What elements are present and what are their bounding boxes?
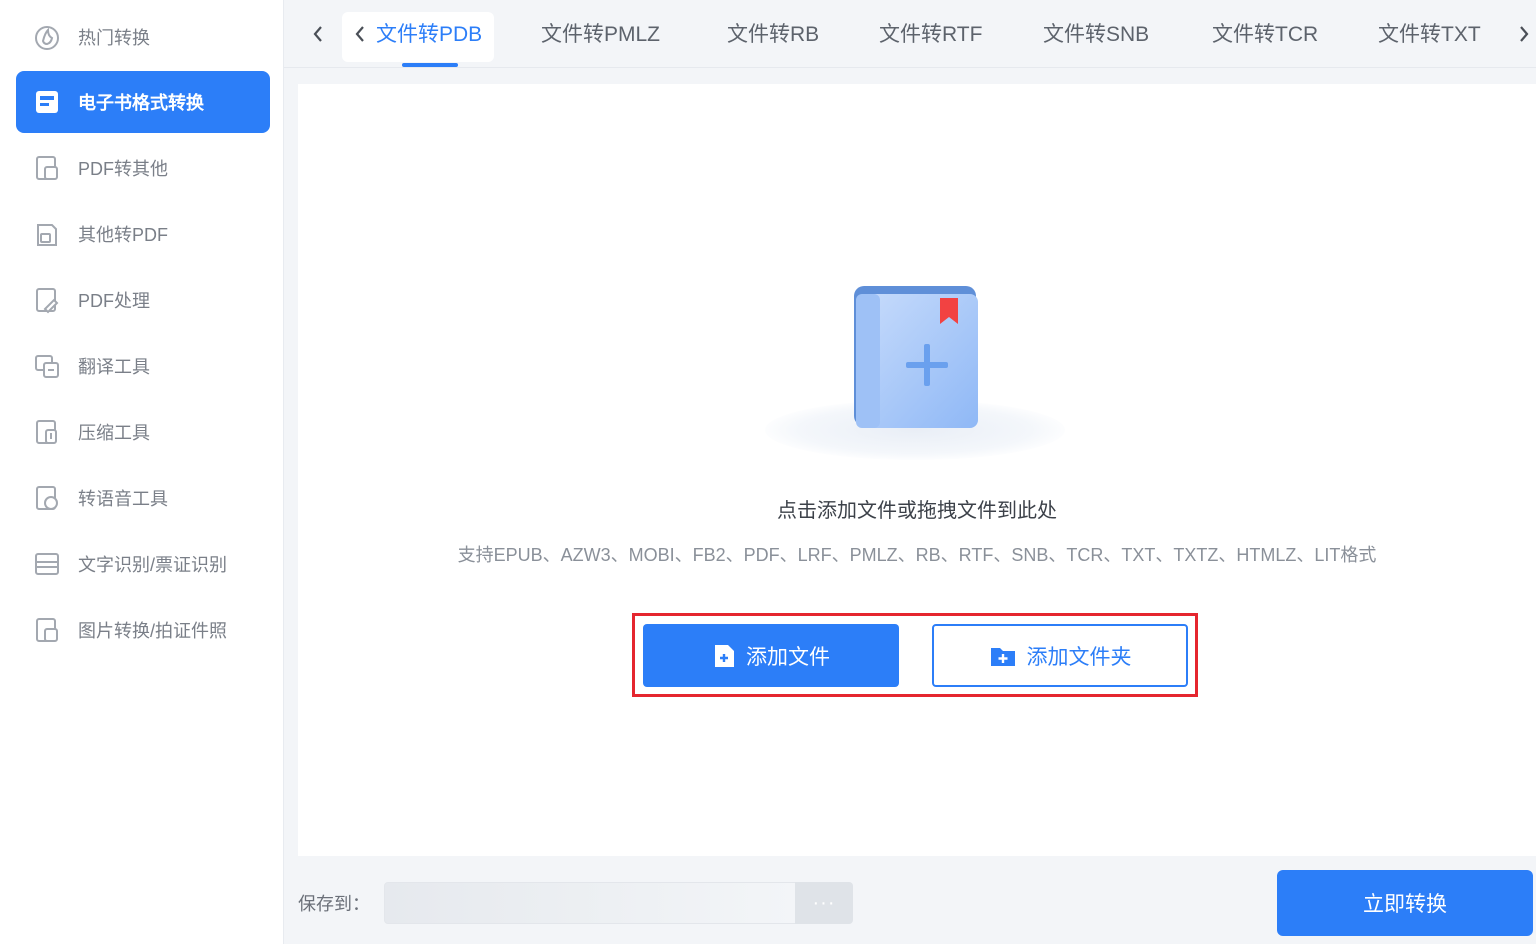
tab-to-pdb[interactable]: 文件转PDB xyxy=(376,18,482,48)
sidebar-item-pdf-process[interactable]: PDF处理 xyxy=(16,269,270,331)
sidebar-item-label: PDF转其他 xyxy=(78,159,168,179)
sidebar-item-hot-convert[interactable]: 热门转换 xyxy=(16,6,270,68)
speech-icon xyxy=(32,483,62,513)
add-folder-icon xyxy=(989,644,1017,668)
add-book-icon[interactable] xyxy=(850,284,980,432)
tab-to-txt[interactable]: 文件转TXT xyxy=(1378,18,1481,48)
other-to-pdf-icon xyxy=(32,219,62,249)
add-folder-label: 添加文件夹 xyxy=(1026,645,1132,669)
sidebar-item-label: 转语音工具 xyxy=(78,489,168,509)
image-icon xyxy=(32,615,62,645)
hot-convert-icon xyxy=(32,22,62,52)
tab-to-snb[interactable]: 文件转SNB xyxy=(1043,18,1149,48)
chevron-right-icon xyxy=(1520,26,1529,42)
pdf-to-other-icon xyxy=(32,153,62,183)
browse-folder-button[interactable]: ··· xyxy=(795,882,853,924)
chevron-left-icon xyxy=(313,26,322,42)
tabs-scroll-left-button[interactable] xyxy=(302,14,334,54)
tab-to-tcr[interactable]: 文件转TCR xyxy=(1212,18,1318,48)
file-drop-zone[interactable] xyxy=(298,84,1536,856)
sidebar-item-compress[interactable]: 压缩工具 xyxy=(16,401,270,463)
add-folder-button[interactable]: 添加文件夹 xyxy=(932,624,1188,687)
active-tab-indicator xyxy=(402,63,458,67)
ebook-icon xyxy=(32,87,62,117)
sidebar-item-label: 压缩工具 xyxy=(78,423,150,443)
save-path-input[interactable] xyxy=(384,882,796,924)
tab-to-pmlz[interactable]: 文件转PMLZ xyxy=(541,18,660,48)
sidebar-item-label: PDF处理 xyxy=(78,291,150,311)
tabs-scroll-right-button[interactable] xyxy=(1512,14,1536,54)
sidebar-item-label: 翻译工具 xyxy=(78,357,150,377)
sidebar-item-pdf-to-other[interactable]: PDF转其他 xyxy=(16,137,270,199)
add-file-button[interactable]: 添加文件 xyxy=(643,624,899,687)
dropzone-hint: 点击添加文件或拖拽文件到此处 xyxy=(777,500,1057,522)
sidebar-item-other-to-pdf[interactable]: 其他转PDF xyxy=(16,203,270,265)
pdf-process-icon xyxy=(32,285,62,315)
sidebar-item-image[interactable]: 图片转换/拍证件照 xyxy=(16,599,270,661)
compress-icon xyxy=(32,417,62,447)
convert-now-button[interactable]: 立即转换 xyxy=(1277,870,1533,936)
chevron-left-icon xyxy=(355,26,364,42)
sidebar-item-label: 热门转换 xyxy=(78,28,150,48)
ocr-icon xyxy=(32,549,62,579)
translate-icon xyxy=(32,351,62,381)
sidebar-item-translate[interactable]: 翻译工具 xyxy=(16,335,270,397)
sidebar-item-label: 其他转PDF xyxy=(78,225,168,245)
add-file-icon xyxy=(712,643,736,669)
save-to-label: 保存到： xyxy=(298,894,370,914)
sidebar-item-label: 电子书格式转换 xyxy=(78,93,204,113)
sidebar-item-label: 图片转换/拍证件照 xyxy=(78,621,228,641)
sidebar: 热门转换 电子书格式转换 PDF转其他 其他转PDF PDF处理 翻译工具 压缩… xyxy=(0,0,284,944)
sidebar-item-label: 文字识别/票证识别 xyxy=(78,555,228,575)
add-file-label: 添加文件 xyxy=(746,645,830,669)
sidebar-item-ocr[interactable]: 文字识别/票证识别 xyxy=(16,533,270,595)
tab-prev-icon-button[interactable] xyxy=(344,14,376,54)
tab-to-rb[interactable]: 文件转RB xyxy=(727,18,819,48)
supported-formats-text: 支持EPUB、AZW3、MOBI、FB2、PDF、LRF、PMLZ、RB、RTF… xyxy=(457,545,1377,565)
tab-to-rtf[interactable]: 文件转RTF xyxy=(879,18,982,48)
sidebar-item-ebook[interactable]: 电子书格式转换 xyxy=(16,71,270,133)
sidebar-item-speech[interactable]: 转语音工具 xyxy=(16,467,270,529)
